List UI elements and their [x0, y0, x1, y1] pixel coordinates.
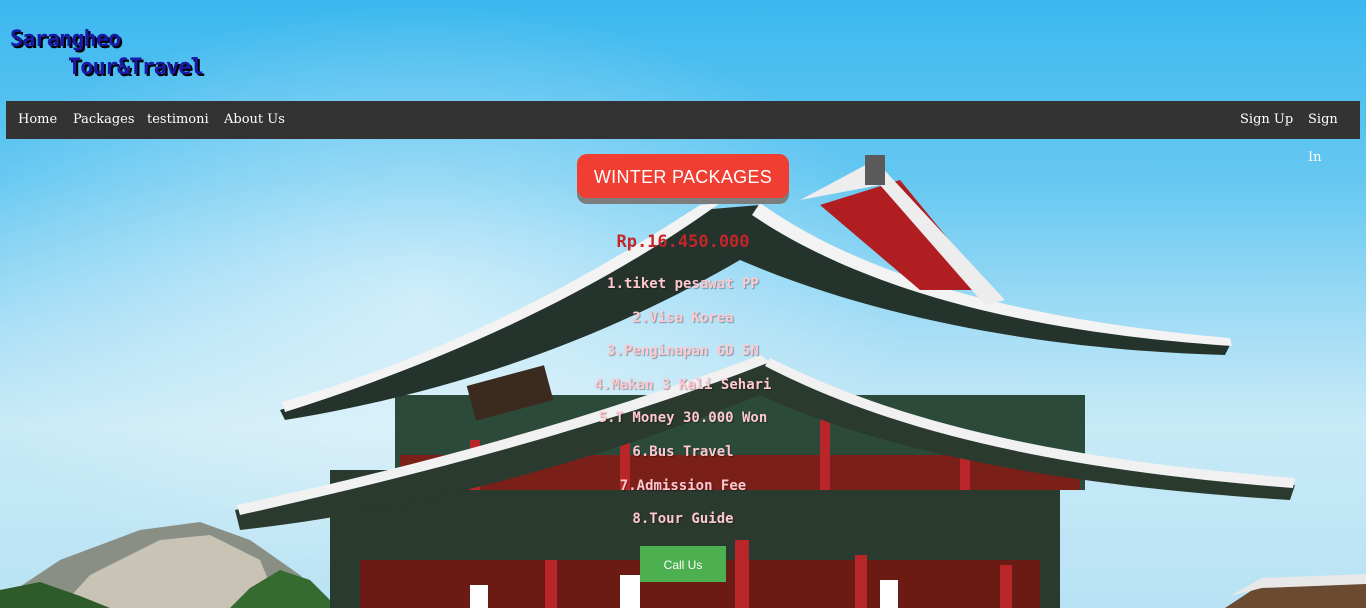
- feature-item: 3.Penginapan 6D 5N: [607, 343, 759, 360]
- nav-sign-in[interactable]: Sign In: [1296, 101, 1360, 165]
- winter-packages-button[interactable]: WINTER PACKAGES: [577, 154, 789, 198]
- feature-item: 8.Tour Guide: [632, 511, 734, 528]
- nav-sign-up[interactable]: Sign Up: [1228, 101, 1305, 139]
- package-price: Rp.16.450.000: [616, 232, 750, 252]
- nav-about-us[interactable]: About Us: [212, 101, 297, 139]
- nav-testimoni[interactable]: testimoni: [135, 101, 221, 139]
- top-navbar: Home Packages testimoni About Us Sign Up…: [6, 101, 1360, 165]
- feature-item: 7.Admission Fee: [619, 477, 747, 494]
- logo-line-1: Sarangheo: [10, 27, 121, 52]
- feature-item: 4.Makan 3 Kali Sehari: [594, 376, 772, 393]
- feature-item: 1.tiket pesawat PP: [607, 276, 759, 292]
- call-us-button[interactable]: Call Us: [640, 546, 726, 582]
- feature-item: 5.T Money 30.000 Won: [598, 410, 768, 427]
- site-logo[interactable]: Sarangheo Tour&Travel: [10, 26, 204, 82]
- nav-home[interactable]: Home: [6, 101, 69, 139]
- feature-item: 6.Bus Travel: [632, 443, 734, 460]
- feature-item: 2.Visa Korea: [632, 309, 734, 326]
- nav-packages[interactable]: Packages: [61, 101, 147, 139]
- logo-line-2: Tour&Travel: [68, 55, 204, 80]
- package-features-list: 1.tiket pesawat PP 2.Visa Korea 3.Pengin…: [483, 274, 883, 543]
